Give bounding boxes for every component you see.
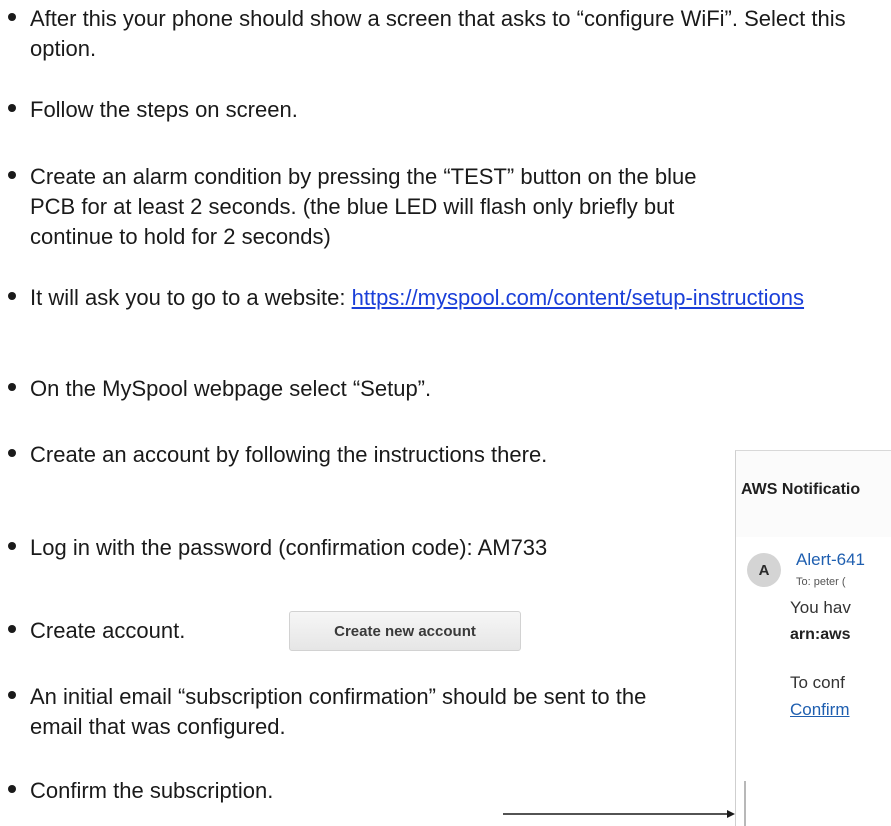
avatar: A <box>747 553 781 587</box>
step-text: Create an account by following the instr… <box>30 442 548 467</box>
instructions-page: After this your phone should show a scre… <box>0 0 891 826</box>
step-text: Log in with the password (confirmation c… <box>30 535 548 560</box>
step-text: Create an alarm condition by pressing th… <box>30 164 697 249</box>
step-text: On the MySpool webpage select “Setup”. <box>30 376 432 401</box>
bullet-dot <box>8 785 16 793</box>
step-text: Follow the steps on screen. <box>30 97 298 122</box>
email-sender[interactable]: Alert-641 <box>796 550 865 570</box>
right-arrow-icon <box>503 810 735 818</box>
bullet-dot <box>8 104 16 112</box>
setup-instructions-link[interactable]: https://myspool.com/content/setup-instru… <box>352 285 804 310</box>
bullet-dot <box>8 625 16 633</box>
step-text: It will ask you to go to a website: http… <box>30 283 840 313</box>
bullet-dot <box>8 691 16 699</box>
email-header: AWS Notificatio <box>736 451 891 538</box>
bullet-dot <box>8 383 16 391</box>
bullet-dot <box>8 542 16 550</box>
step-text: After this your phone should show a scre… <box>30 6 846 61</box>
email-body-line: You hav <box>790 598 851 617</box>
email-recipient: To: peter ( <box>796 576 846 588</box>
step-text: Create account. <box>30 618 186 643</box>
email-subject: AWS Notificatio <box>741 481 861 498</box>
bullet-dot <box>8 13 16 21</box>
website-prompt: It will ask you to go to a website: <box>30 285 352 310</box>
confirm-subscription-link[interactable]: Confirm <box>790 700 850 720</box>
bullet-dot <box>8 449 16 457</box>
email-body-line: To conf <box>790 673 845 692</box>
bullet-dot <box>8 292 16 300</box>
email-preview: AWS Notificatio A Alert-641 To: peter ( … <box>735 450 891 826</box>
step-text: Confirm the subscription. <box>30 778 274 803</box>
step-text: An initial email “subscription confirmat… <box>30 684 647 739</box>
email-topic-arn: arn:aws <box>790 626 851 643</box>
bullet-dot <box>8 171 16 179</box>
create-new-account-button[interactable]: Create new account <box>289 611 521 651</box>
card-edge-divider <box>744 781 746 826</box>
